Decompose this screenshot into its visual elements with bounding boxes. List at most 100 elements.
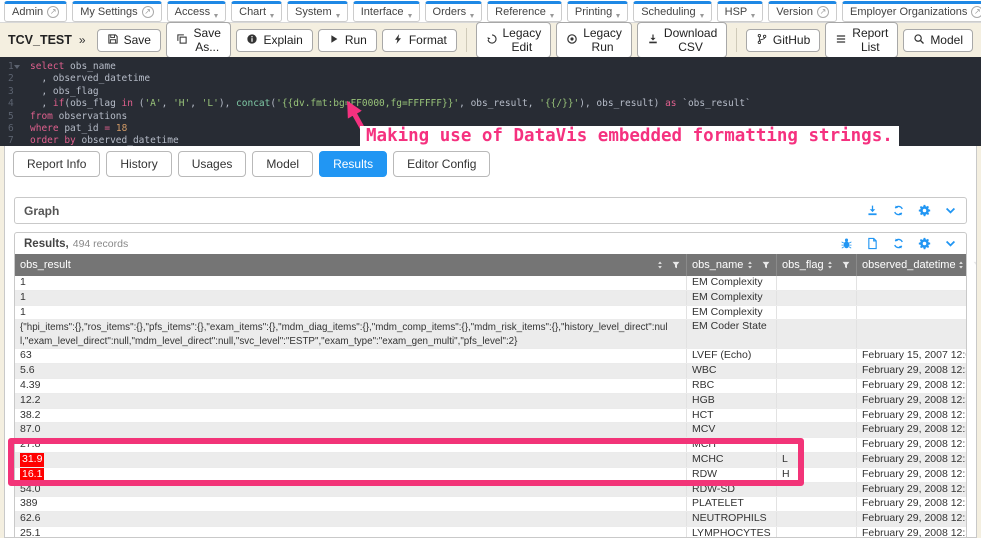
cell-obs-name: RBC: [686, 379, 776, 393]
toolbar-button-label: Format: [409, 33, 447, 47]
menu-tab-admin[interactable]: Admin ↗: [4, 1, 67, 22]
menu-tab-employer-organizations[interactable]: Employer Organizations ↗: [842, 1, 981, 22]
column-header-observed-datetime[interactable]: observed_datetime: [856, 254, 966, 276]
cell-obs-result: 5.6: [15, 364, 686, 378]
toolbar-button-format[interactable]: Format: [382, 29, 457, 52]
chevron-icon[interactable]: [944, 204, 957, 217]
menu-tab-label: Version: [776, 7, 813, 18]
sort-icon[interactable]: [655, 260, 665, 270]
toolbar-button-save-as[interactable]: Save As...: [166, 22, 232, 58]
sort-icon[interactable]: [956, 260, 966, 270]
obs-result-value: 27.8: [20, 438, 40, 450]
cell-obs-name: EM Complexity: [686, 291, 776, 305]
toolbar-button-github[interactable]: GitHub: [746, 29, 820, 52]
tab-label: Results: [333, 157, 373, 171]
cell-obs-result: 389: [15, 497, 686, 511]
table-row: 63 LVEF (Echo) February 15, 2007 12:00 A…: [15, 349, 966, 364]
sort-icon[interactable]: [825, 260, 835, 270]
menu-tab-my-settings[interactable]: My Settings ↗: [72, 1, 161, 22]
line-number: 1: [8, 61, 14, 72]
cell-obs-name: EM Complexity: [686, 306, 776, 320]
table-row: 31.9 MCHC L February 29, 2008 12:58 PM: [15, 453, 966, 468]
filter-icon[interactable]: [671, 260, 681, 270]
toolbar-button-label: Explain: [263, 33, 302, 47]
save-icon: [107, 33, 119, 48]
obs-result-value: 38.2: [20, 409, 40, 421]
menu-tab-hsp[interactable]: HSP: [717, 1, 764, 22]
tab-history[interactable]: History: [106, 151, 171, 177]
download-icon[interactable]: [866, 204, 879, 217]
menu-tab-label: System: [295, 7, 332, 18]
toolbar-button-legacy-edit[interactable]: Legacy Edit: [476, 22, 552, 58]
menu-tab-label: Chart: [239, 7, 266, 18]
table-row: 4.39 RBC February 29, 2008 12:58 PM: [15, 379, 966, 394]
menu-tab-reference[interactable]: Reference: [487, 1, 562, 22]
filter-icon[interactable]: [972, 260, 977, 270]
report-name-expander[interactable]: »: [79, 33, 86, 47]
cell-obs-result: {"hpi_items":{},"ros_items":{},"pfs_item…: [15, 320, 686, 348]
filter-icon[interactable]: [761, 260, 771, 270]
tab-report-info[interactable]: Report Info: [13, 151, 100, 177]
code-text: from observations: [30, 111, 127, 123]
results-record-count: 494 records: [73, 238, 128, 250]
column-header-label: observed_datetime: [862, 259, 956, 271]
toolbar-button-model[interactable]: Model: [903, 29, 973, 52]
toolbar-button-label: Download CSV: [664, 26, 717, 54]
filter-icon[interactable]: [841, 260, 851, 270]
table-row: {"hpi_items":{},"ros_items":{},"pfs_item…: [15, 320, 966, 349]
line-number: 2: [8, 73, 14, 84]
menu-tab-chart[interactable]: Chart: [231, 1, 282, 22]
cell-obs-flag: [776, 349, 856, 363]
bug-icon[interactable]: [840, 237, 853, 250]
toolbar-button-explain[interactable]: Explain: [236, 29, 312, 52]
chevron-icon[interactable]: [944, 237, 957, 250]
refresh-icon[interactable]: [892, 204, 905, 217]
menu-tab-access[interactable]: Access: [167, 1, 226, 22]
column-header-obs-name[interactable]: obs_name: [686, 254, 776, 276]
refresh-icon[interactable]: [892, 237, 905, 250]
copy-icon: [176, 33, 188, 48]
toolbar-button-download-csv[interactable]: Download CSV: [637, 22, 727, 58]
menu-tab-system[interactable]: System: [287, 1, 348, 22]
cell-obs-name: NEUTROPHILS: [686, 512, 776, 526]
toolbar-button-save[interactable]: Save: [97, 29, 161, 52]
cell-obs-name: RDW-SD: [686, 483, 776, 497]
fold-caret-icon[interactable]: [14, 65, 20, 69]
menu-tab-label: Reference: [495, 7, 546, 18]
line-number-gutter: 7: [0, 135, 30, 146]
toolbar-button-run[interactable]: Run: [318, 29, 377, 52]
cell-observed-datetime: [856, 291, 966, 305]
open-new-window-icon: ↗: [47, 6, 59, 18]
results-panel-title[interactable]: Results,: [24, 238, 69, 250]
results-content: Graph Results, 494 records: [5, 183, 976, 538]
gear-icon[interactable]: [918, 237, 931, 250]
code-text: select obs_name: [30, 61, 116, 73]
tab-results[interactable]: Results: [319, 151, 387, 177]
menu-tab-printing[interactable]: Printing: [567, 1, 628, 22]
dropdown-indicator-icon: [214, 14, 218, 18]
graph-panel-title[interactable]: Graph: [24, 204, 59, 218]
obs-result-value: 389: [20, 497, 38, 509]
tab-usages[interactable]: Usages: [178, 151, 247, 177]
tab-editor-config[interactable]: Editor Config: [393, 151, 490, 177]
gear-icon[interactable]: [918, 204, 931, 217]
toolbar-button-legacy-run[interactable]: Legacy Run: [556, 22, 632, 58]
column-header-obs-result[interactable]: obs_result: [15, 254, 686, 276]
menu-tab-label: Orders: [433, 7, 467, 18]
sort-icon[interactable]: [745, 260, 755, 270]
cell-obs-result: 38.2: [15, 409, 686, 423]
cell-obs-flag: [776, 364, 856, 378]
toolbar-button-report-list[interactable]: Report List: [825, 22, 898, 58]
menu-tab-label: Access: [175, 7, 210, 18]
cell-observed-datetime: February 29, 2008 12:58 PM: [856, 497, 966, 511]
column-header-obs-flag[interactable]: obs_flag: [776, 254, 856, 276]
menu-tab-interface[interactable]: Interface: [353, 1, 420, 22]
menu-tab-scheduling[interactable]: Scheduling: [633, 1, 711, 22]
obs-result-value: 1: [20, 291, 26, 303]
code-line: 1 select obs_name: [0, 61, 981, 73]
menu-tab-orders[interactable]: Orders: [425, 1, 483, 22]
tab-model[interactable]: Model: [252, 151, 313, 177]
tab-label: History: [120, 157, 157, 171]
file-icon[interactable]: [866, 237, 879, 250]
menu-tab-version[interactable]: Version ↗: [768, 1, 837, 22]
